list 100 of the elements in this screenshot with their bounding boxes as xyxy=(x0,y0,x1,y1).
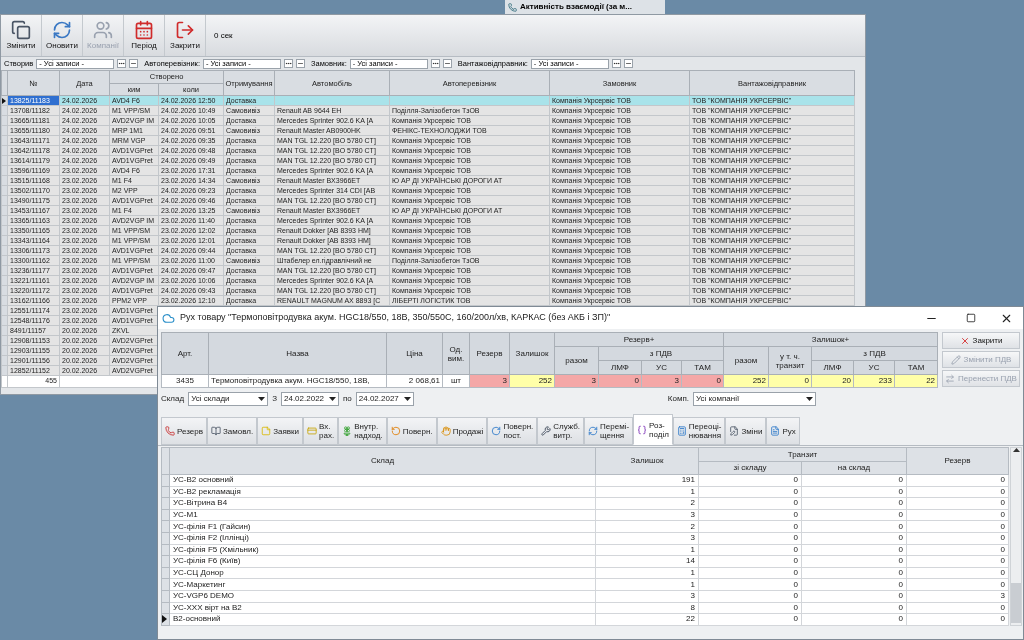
table-cell: 0 xyxy=(801,509,907,521)
refresh-icon xyxy=(588,426,599,436)
clear-icon[interactable] xyxy=(296,59,305,68)
ellipsis-icon[interactable] xyxy=(430,59,440,68)
taskbar-item[interactable]: Активність взаємодії (за м... xyxy=(505,0,665,14)
table-cell: Термоповітродувка акум. HGC18/550, 18В, xyxy=(208,374,387,388)
column-header: Ціна xyxy=(386,332,443,375)
clear-icon[interactable] xyxy=(129,59,139,68)
tab[interactable]: Внутр. надход. xyxy=(338,417,387,445)
table-cell: УС-філія F2 (Іллінці) xyxy=(169,532,596,545)
tab[interactable]: Служб. витр. xyxy=(537,417,585,445)
row-selector[interactable] xyxy=(1,95,8,106)
ellipsis-icon[interactable] xyxy=(117,59,127,68)
table-cell: 0 xyxy=(698,555,802,568)
timer-text: 0 сек xyxy=(214,29,233,42)
date-to-field[interactable]: 24.02.2027 xyxy=(355,392,414,406)
scroll-up-icon[interactable] xyxy=(1012,448,1020,452)
table-cell: 0 xyxy=(906,474,1009,487)
side-button[interactable]: Закрити xyxy=(942,332,1020,349)
column-header: Залишок xyxy=(509,332,555,375)
table-cell: 0 xyxy=(906,567,1009,579)
table-cell: 1 xyxy=(595,578,699,591)
refresh-icon xyxy=(52,19,72,40)
table-cell: УС-М1 xyxy=(169,509,596,521)
clear-icon[interactable] xyxy=(623,59,633,68)
braces-icon xyxy=(637,424,648,435)
toolbar-button[interactable]: Оновити xyxy=(42,15,83,56)
tab[interactable]: Продажі xyxy=(436,417,488,445)
column-header: Транзит xyxy=(698,447,907,462)
table-cell: 8 xyxy=(595,602,699,614)
tab[interactable]: Заявки xyxy=(257,417,303,445)
table-cell: 0 xyxy=(698,520,802,533)
column-header: Арт. xyxy=(161,332,209,375)
table-cell: 0 xyxy=(698,497,802,510)
column-header: Залишок xyxy=(595,447,699,475)
table-cell: 0 xyxy=(801,567,907,579)
window-title: Рух товару "Термоповітродувка акум. HGC18/550, 18В, 350/550С, 160/200л/хв, КАРКАС (без АКБ і ЗП)" xyxy=(180,311,612,325)
tab[interactable]: Резерв xyxy=(161,417,207,445)
table-cell: 0 xyxy=(906,544,1009,556)
column-header: разом xyxy=(723,346,769,375)
table-cell: УС-філія F6 (Київ) xyxy=(169,555,596,568)
tab[interactable]: Вх. рах. xyxy=(303,417,339,445)
scrollbar[interactable] xyxy=(1010,447,1022,626)
tab[interactable]: Роз- поділ xyxy=(633,414,673,445)
users-icon xyxy=(93,19,113,40)
ellipsis-icon[interactable] xyxy=(284,59,293,68)
copy-icon xyxy=(11,19,31,40)
table-cell: 0 xyxy=(906,486,1009,498)
toolbar-button[interactable]: Змінити xyxy=(1,15,42,56)
tab[interactable]: Переоці- нювання xyxy=(672,417,726,445)
column-header: Назва xyxy=(208,332,387,375)
cloud-icon xyxy=(162,311,175,325)
flower-icon xyxy=(342,426,353,436)
column-header: Резерв xyxy=(906,447,1009,475)
wrench-icon xyxy=(541,426,552,436)
table-cell: 0 xyxy=(906,578,1009,591)
phone-icon xyxy=(508,2,517,12)
table-cell: 0 xyxy=(698,486,802,498)
table-cell: 0 xyxy=(906,509,1009,521)
row-pointer-icon xyxy=(162,615,167,624)
column-header: Склад xyxy=(169,447,596,475)
table-cell: УС-Вітрина В4 xyxy=(169,497,596,510)
table-cell: 3 xyxy=(595,590,699,603)
ellipsis-icon[interactable] xyxy=(611,59,621,68)
row-selector[interactable] xyxy=(161,613,170,626)
scrollbar-thumb[interactable] xyxy=(1011,582,1021,623)
table-cell: 0 xyxy=(801,590,907,603)
table-cell: 3 xyxy=(595,509,699,521)
table-cell: шт xyxy=(442,374,470,388)
table-cell: УС-В2 рекламація xyxy=(169,486,596,498)
table-cell: 0 xyxy=(698,578,802,591)
table-cell: УС-філія F1 (Гайсин) xyxy=(169,520,596,533)
hand-icon xyxy=(440,426,451,436)
tab[interactable]: Зміни xyxy=(725,417,767,445)
column-header: Од. вим. xyxy=(442,332,470,375)
tab[interactable]: Поверн. пост. xyxy=(487,417,538,445)
column-header: Залишок+ xyxy=(723,332,938,347)
tab[interactable]: Замовл. xyxy=(207,417,258,445)
calendar-icon xyxy=(134,19,154,40)
warehouse-dropdown[interactable]: Усі склади xyxy=(188,392,269,406)
table-cell: 0 xyxy=(906,520,1009,533)
table-cell: 0 xyxy=(698,532,802,545)
clear-icon[interactable] xyxy=(442,59,452,68)
tab[interactable]: Поверн. xyxy=(386,417,437,445)
table-cell: 0 xyxy=(698,567,802,579)
note-icon xyxy=(261,426,272,436)
table-cell: 0 xyxy=(698,544,802,556)
maximize-icon[interactable] xyxy=(966,313,976,323)
tab[interactable]: Рух xyxy=(766,417,800,445)
tab[interactable]: Перемі- щення xyxy=(584,417,634,445)
row-pointer-icon xyxy=(2,97,6,104)
date-from-field[interactable]: 24.02.2022 xyxy=(281,392,339,406)
filter-label: Комп. xyxy=(667,393,689,405)
company-dropdown[interactable]: Усі компанії xyxy=(692,392,816,406)
book-icon xyxy=(211,426,221,436)
filter-label: З xyxy=(272,393,277,405)
toolbar-button[interactable]: Закрити xyxy=(165,15,206,56)
table-cell: 1 xyxy=(595,544,699,556)
toolbar-button[interactable]: Період xyxy=(124,15,165,56)
table-cell: 14 xyxy=(595,555,699,568)
